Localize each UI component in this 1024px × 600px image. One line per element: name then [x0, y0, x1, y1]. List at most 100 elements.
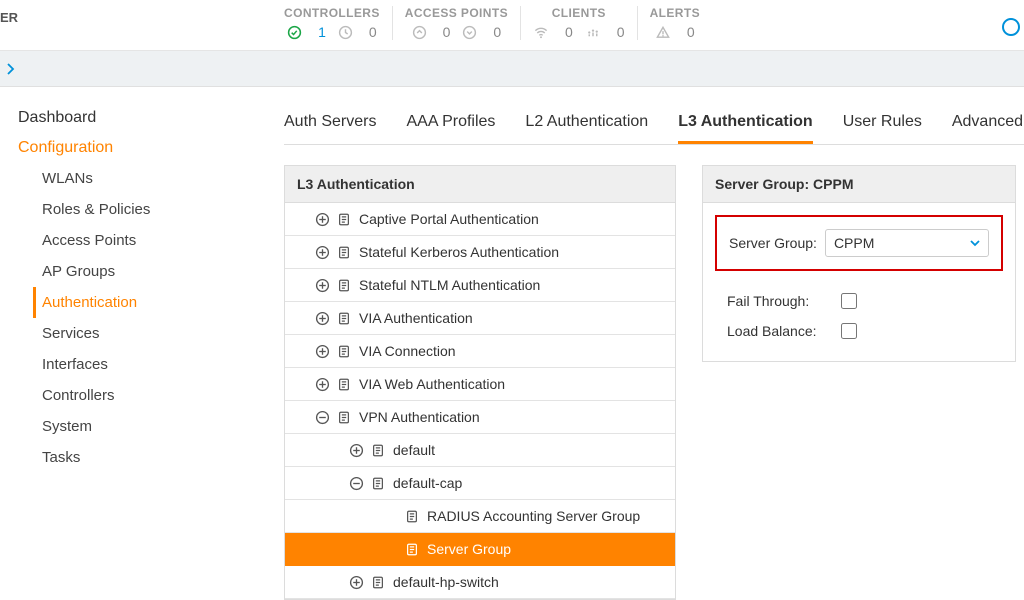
profile-icon	[337, 311, 351, 326]
wifi-icon	[533, 25, 549, 40]
tab-auth-servers[interactable]: Auth Servers	[284, 105, 376, 144]
tree-row-label: Server Group	[427, 541, 511, 557]
sidebar-item-controllers[interactable]: Controllers	[42, 380, 254, 411]
fail-through-checkbox[interactable]	[841, 293, 857, 309]
tree-row[interactable]: Captive Portal Authentication	[285, 203, 675, 236]
load-balance-checkbox[interactable]	[841, 323, 857, 339]
tree-row[interactable]: default-hp-switch	[285, 566, 675, 599]
stat-alerts[interactable]: ALERTS 0	[638, 6, 712, 40]
tree-row-label: default-hp-switch	[393, 574, 499, 590]
profile-icon	[337, 377, 351, 392]
tree-row-label: VPN Authentication	[359, 409, 480, 425]
sidebar-top-dashboard[interactable]: Dashboard	[18, 103, 254, 133]
tree-row[interactable]: Stateful NTLM Authentication	[285, 269, 675, 302]
profile-icon	[337, 278, 351, 293]
tree-row-label: VIA Connection	[359, 343, 456, 359]
tab-user-rules[interactable]: User Rules	[843, 105, 922, 144]
tree-row-label: RADIUS Accounting Server Group	[427, 508, 640, 524]
stat-clients[interactable]: CLIENTS 0 0	[521, 6, 638, 40]
down-circle-icon	[462, 25, 477, 40]
l3-auth-tree-panel: L3 Authentication Captive Portal Authent…	[284, 165, 676, 600]
tree-row[interactable]: Server Group	[285, 533, 675, 566]
server-group-select-value[interactable]: CPPM	[825, 229, 989, 257]
stat-clients-label: CLIENTS	[533, 6, 625, 20]
sidebar-item-authentication[interactable]: Authentication	[33, 287, 254, 318]
tree-row[interactable]: Stateful Kerberos Authentication	[285, 236, 675, 269]
tree-row[interactable]: RADIUS Accounting Server Group	[285, 500, 675, 533]
tab-advanced[interactable]: Advanced	[952, 105, 1023, 144]
page-title-fragment: ER	[0, 6, 20, 25]
sidebar-item-tasks[interactable]: Tasks	[42, 442, 254, 473]
stat-alerts-label: ALERTS	[650, 6, 700, 20]
tree-row[interactable]: default-cap	[285, 467, 675, 500]
up-circle-icon	[412, 25, 427, 40]
profile-icon	[337, 212, 351, 227]
profile-icon	[337, 344, 351, 359]
stat-clients-wired: 0	[617, 24, 625, 40]
stat-controllers-label: CONTROLLERS	[284, 6, 380, 20]
stat-controllers-inactive: 0	[369, 24, 377, 40]
server-group-label: Server Group:	[729, 235, 817, 251]
sidebar-subnav: WLANs Roles & Policies Access Points AP …	[18, 163, 254, 473]
clock-icon	[338, 25, 353, 40]
tabs: Auth Servers AAA Profiles L2 Authenticat…	[284, 105, 1024, 145]
tab-l2-authentication[interactable]: L2 Authentication	[525, 105, 648, 144]
server-group-select[interactable]: CPPM	[825, 229, 989, 257]
profile-icon	[337, 245, 351, 260]
sidebar-item-services[interactable]: Services	[42, 318, 254, 349]
stat-alerts-count: 0	[687, 24, 695, 40]
help-icon[interactable]	[1002, 18, 1020, 36]
tree-row-label: Captive Portal Authentication	[359, 211, 539, 227]
tree-row[interactable]: default	[285, 434, 675, 467]
sidebar-item-interfaces[interactable]: Interfaces	[42, 349, 254, 380]
profile-icon	[371, 575, 385, 590]
expand-icon[interactable]	[313, 243, 331, 261]
stat-controllers[interactable]: CONTROLLERS 1 0	[272, 6, 393, 40]
profile-icon	[337, 410, 351, 425]
expand-icon[interactable]	[347, 573, 365, 591]
expand-icon[interactable]	[313, 276, 331, 294]
expand-icon[interactable]	[313, 342, 331, 360]
server-group-highlight: Server Group: CPPM	[715, 215, 1003, 271]
tree-row[interactable]: VIA Connection	[285, 335, 675, 368]
sidebar-item-access-points[interactable]: Access Points	[42, 225, 254, 256]
check-circle-icon	[287, 25, 302, 40]
sidebar: Dashboard Configuration WLANs Roles & Po…	[0, 87, 254, 592]
collapse-icon[interactable]	[347, 474, 365, 492]
fail-through-label: Fail Through:	[727, 293, 819, 309]
sidebar-item-ap-groups[interactable]: AP Groups	[42, 256, 254, 287]
stat-aps-label: ACCESS POINTS	[405, 6, 508, 20]
expand-icon[interactable]	[313, 375, 331, 393]
sidebar-item-wlans[interactable]: WLANs	[42, 163, 254, 194]
stat-clients-wireless: 0	[565, 24, 573, 40]
tree-row[interactable]: VPN Authentication	[285, 401, 675, 434]
stat-controllers-active: 1	[318, 24, 326, 40]
expand-icon[interactable]	[313, 309, 331, 327]
sidebar-item-system[interactable]: System	[42, 411, 254, 442]
tree-row[interactable]: VIA Authentication	[285, 302, 675, 335]
tree-row-label: VIA Authentication	[359, 310, 473, 326]
tab-l3-authentication[interactable]: L3 Authentication	[678, 105, 813, 144]
server-group-detail-title: Server Group: CPPM	[703, 166, 1015, 203]
tree-row-label: Stateful Kerberos Authentication	[359, 244, 559, 260]
sidebar-top-configuration[interactable]: Configuration	[18, 133, 254, 163]
tree-row-label: VIA Web Authentication	[359, 376, 505, 392]
expand-icon[interactable]	[313, 210, 331, 228]
collapse-icon[interactable]	[313, 408, 331, 426]
alert-triangle-icon	[655, 25, 671, 40]
breadcrumb-bar	[0, 51, 1024, 87]
profile-icon	[371, 476, 385, 491]
stat-access-points[interactable]: ACCESS POINTS 0 0	[393, 6, 521, 40]
fail-through-row: Fail Through:	[715, 289, 1003, 313]
tree-row[interactable]: VIA Web Authentication	[285, 368, 675, 401]
tree-row-label: default	[393, 442, 435, 458]
profile-icon	[371, 443, 385, 458]
tab-aaa-profiles[interactable]: AAA Profiles	[406, 105, 495, 144]
wired-icon	[585, 25, 601, 40]
chevron-right-icon[interactable]	[6, 63, 16, 75]
profile-icon	[405, 509, 419, 524]
expand-icon[interactable]	[347, 441, 365, 459]
stat-aps-up: 0	[443, 24, 451, 40]
tree-row-label: default-cap	[393, 475, 462, 491]
sidebar-item-roles-policies[interactable]: Roles & Policies	[42, 194, 254, 225]
